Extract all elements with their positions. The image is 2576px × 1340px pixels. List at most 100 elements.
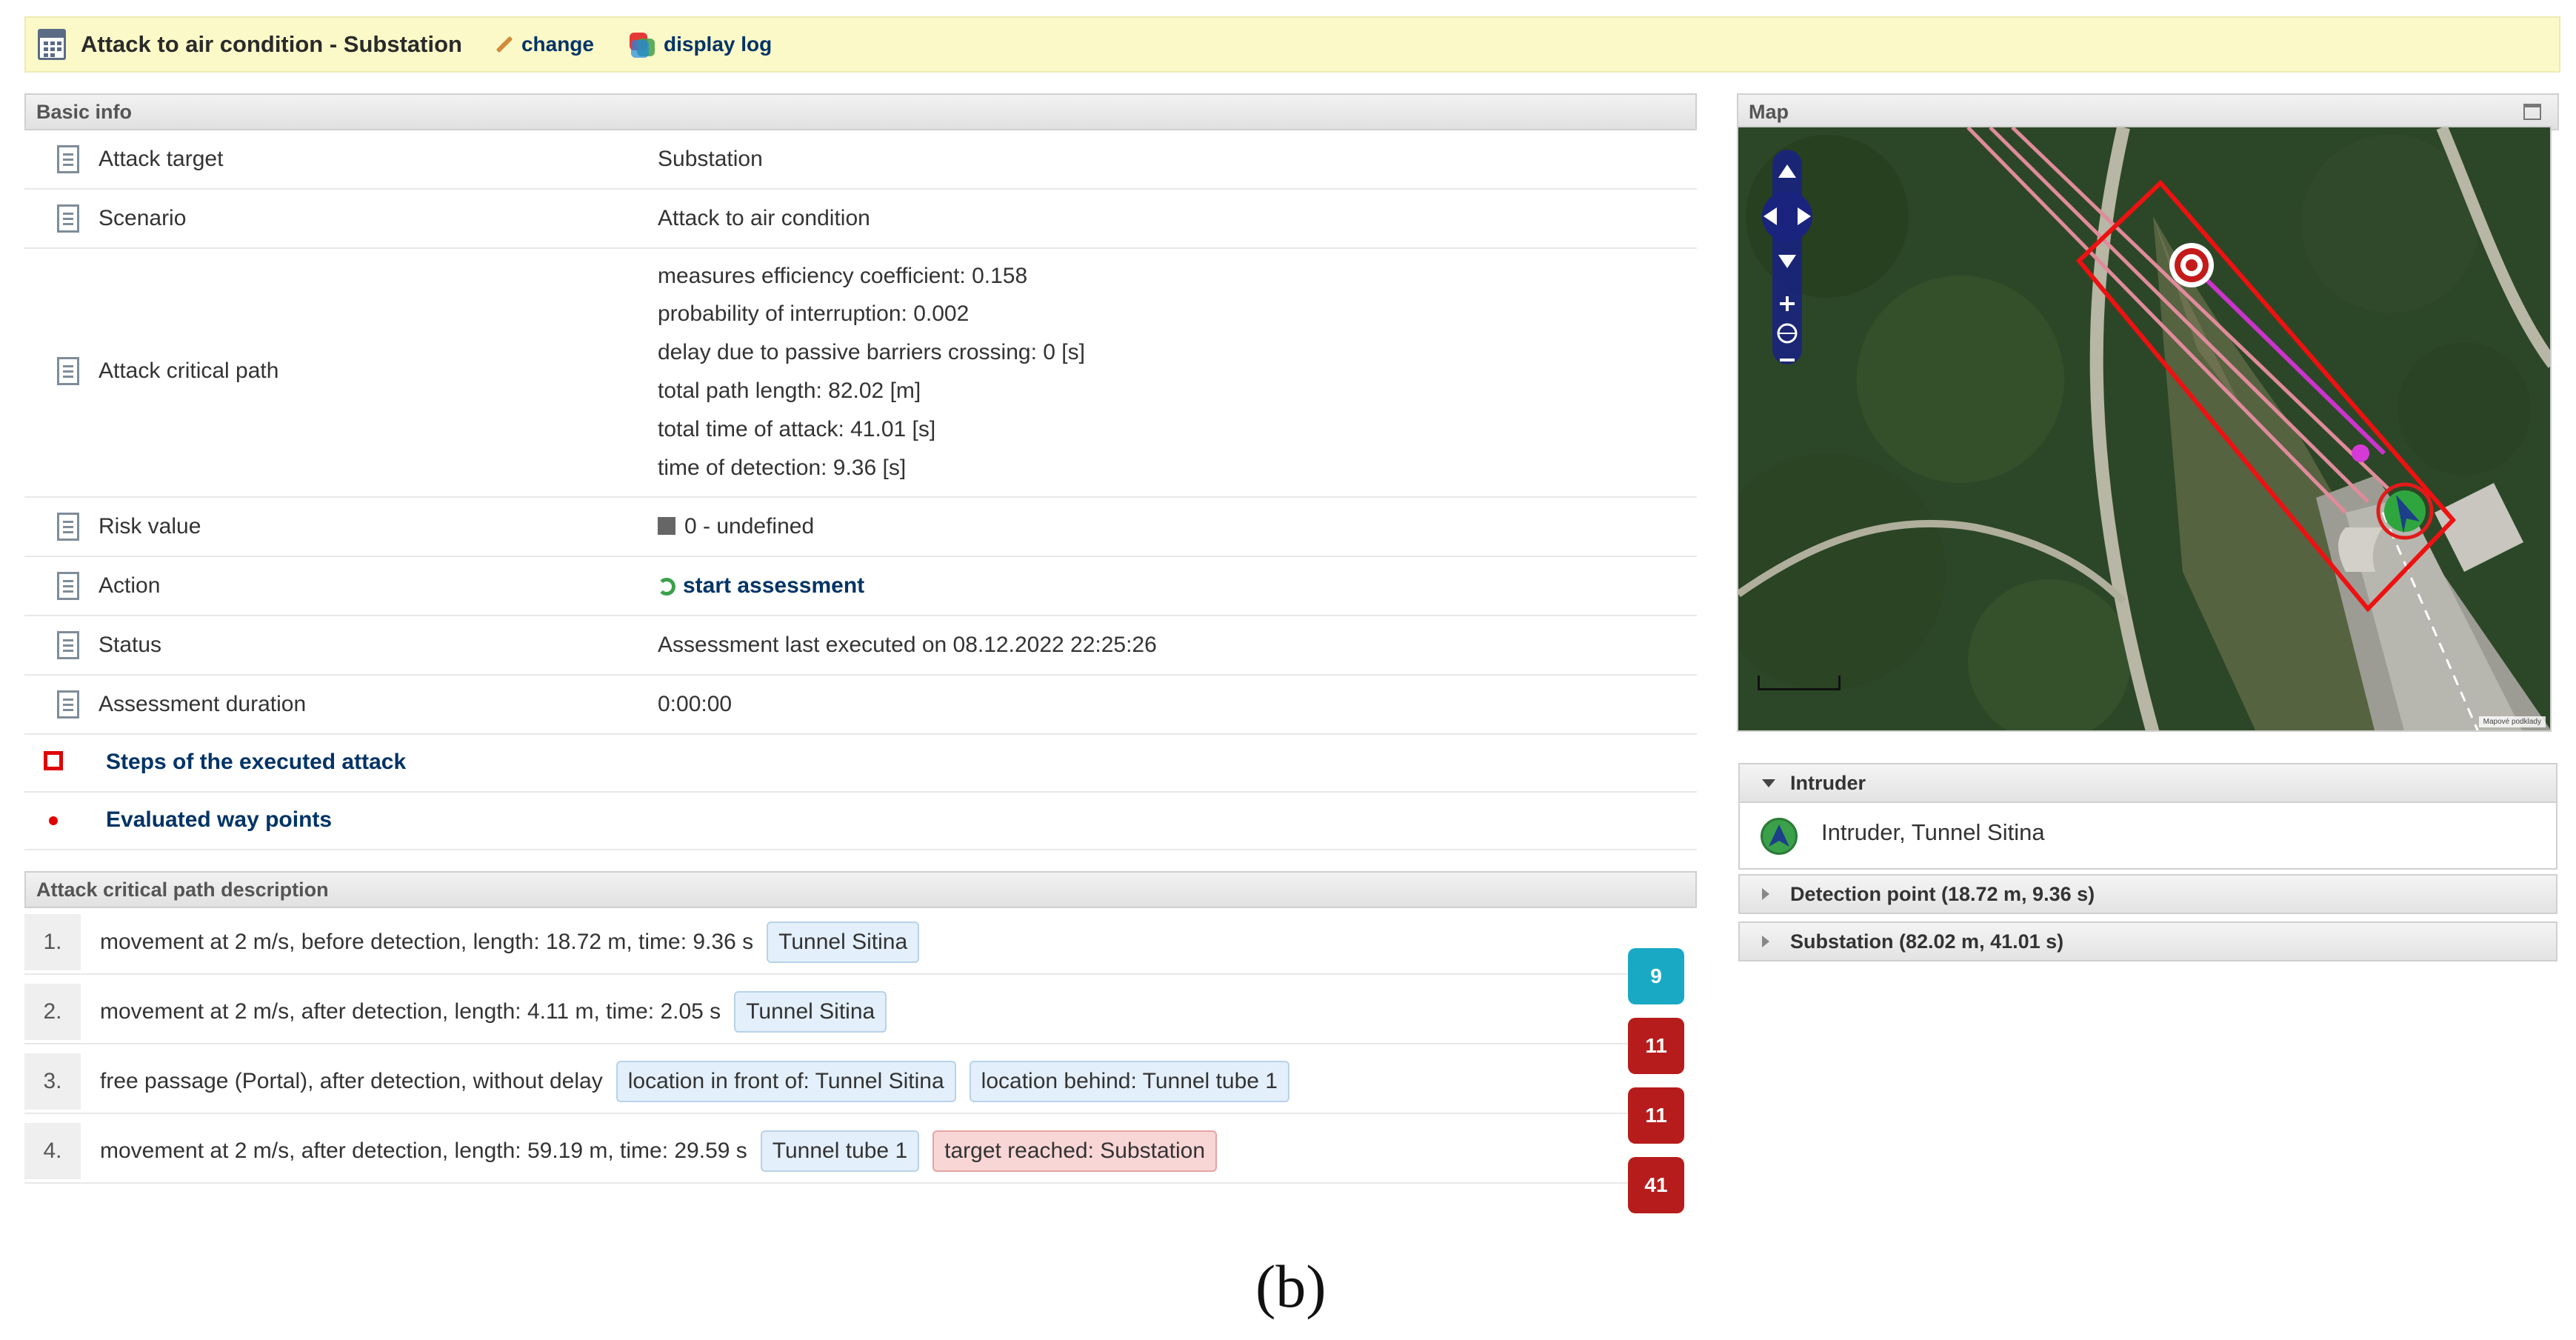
document-icon	[57, 631, 79, 659]
intruder-icon	[1761, 818, 1798, 855]
time-badge: 9	[1628, 948, 1684, 1004]
detection-point-title: Detection point (18.72 m, 9.36 s)	[1790, 882, 2095, 905]
chevron-right-icon	[1762, 888, 1769, 900]
refresh-icon	[658, 578, 675, 596]
list-item: 3. free passage (Portal), after detectio…	[24, 1049, 1654, 1114]
time-badge: 11	[1628, 1087, 1684, 1144]
location-tag[interactable]: location in front of: Tunnel Sitina	[615, 1061, 956, 1102]
maximize-icon[interactable]	[2523, 104, 2541, 120]
target-tag[interactable]: target reached: Substation	[932, 1130, 1218, 1172]
status-label: Status	[99, 633, 162, 657]
critical-path-line: time of detection: 9.36 [s]	[658, 456, 907, 480]
step-text: movement at 2 m/s, before detection, len…	[100, 930, 754, 954]
figure-caption: (b)	[1255, 1253, 1327, 1320]
change-link[interactable]: change	[495, 33, 594, 56]
step-description: movement at 2 m/s, after detection, leng…	[100, 979, 887, 1044]
status-value: Assessment last executed on 08.12.2022 2…	[658, 633, 1157, 657]
display-log-label: display log	[663, 33, 773, 56]
info-row-action: Action start assessment	[24, 557, 1697, 616]
evaluated-way-points-link[interactable]: Evaluated way points	[106, 807, 332, 833]
substation-accordion-header[interactable]: Substation (82.02 m, 41.01 s)	[1738, 921, 2557, 961]
page-header: Attack to air condition - Substation cha…	[24, 16, 2560, 73]
map-scale-bar	[1758, 676, 1841, 690]
step-text: free passage (Portal), after detection, …	[100, 1069, 603, 1093]
basic-info-header: Basic info	[24, 93, 1697, 130]
document-icon	[57, 145, 79, 173]
list-item: 4. movement at 2 m/s, after detection, l…	[24, 1119, 1654, 1184]
step-number: 1.	[24, 914, 81, 970]
steps-toggle-row[interactable]: Steps of the executed attack	[24, 735, 1697, 793]
red-dot-icon	[49, 816, 58, 825]
steps-of-executed-attack-link[interactable]: Steps of the executed attack	[106, 750, 406, 775]
critical-path-description-title: Attack critical path description	[36, 878, 329, 901]
attack-target-value: Substation	[658, 147, 763, 171]
intruder-accordion-body: Intruder, Tunnel Sitina	[1738, 803, 2557, 870]
start-assessment-label: start assessment	[683, 573, 865, 598]
step-number: 4.	[24, 1123, 81, 1179]
info-row-scenario: Scenario Attack to air condition	[24, 190, 1697, 249]
risk-value: 0 - undefined	[658, 514, 814, 539]
list-item: 1. movement at 2 m/s, before detection, …	[24, 910, 1654, 975]
attack-target-label: Attack target	[99, 147, 224, 171]
step-text: movement at 2 m/s, after detection, leng…	[100, 999, 721, 1024]
risk-value-text: 0 - undefined	[684, 514, 815, 539]
step-text: movement at 2 m/s, after detection, leng…	[100, 1139, 747, 1163]
log-icon	[628, 30, 658, 59]
substation-title: Substation (82.02 m, 41.01 s)	[1790, 930, 2064, 953]
assessment-duration-label: Assessment duration	[99, 692, 307, 716]
critical-path-line: delay due to passive barriers crossing: …	[658, 340, 1085, 364]
red-square-icon	[44, 751, 63, 770]
map-credit: Mapové podklady	[2478, 716, 2546, 727]
step-description: movement at 2 m/s, before detection, len…	[100, 910, 920, 975]
step-number: 3.	[24, 1053, 81, 1110]
map-controls-graphic	[1762, 150, 1812, 364]
pencil-icon	[495, 36, 513, 53]
critical-path-line: total path length: 82.02 [m]	[658, 379, 921, 403]
document-icon	[57, 513, 79, 541]
intruder-accordion-title: Intruder	[1790, 771, 1866, 794]
scenario-value: Attack to air condition	[658, 206, 870, 230]
location-tag[interactable]: location behind: Tunnel tube 1	[969, 1061, 1289, 1102]
step-description: free passage (Portal), after detection, …	[100, 1049, 1289, 1114]
map-header: Map	[1737, 93, 2559, 130]
info-row-assessment-duration: Assessment duration 0:00:00	[24, 676, 1697, 735]
document-icon	[57, 572, 79, 600]
list-item: 2. movement at 2 m/s, after detection, l…	[24, 979, 1654, 1044]
document-icon	[57, 690, 79, 719]
map-view[interactable]: Mapové podklady	[1737, 126, 2552, 732]
chevron-right-icon	[1762, 936, 1769, 947]
info-row-attack-critical-path: Attack critical path measures efficiency…	[24, 249, 1697, 498]
critical-path-line: probability of interruption: 0.002	[658, 301, 970, 326]
risk-square-icon	[658, 517, 675, 535]
satellite-map	[1738, 127, 2550, 730]
display-log-link[interactable]: display log	[628, 30, 772, 59]
location-tag[interactable]: Tunnel Sitina	[734, 991, 887, 1033]
document-icon	[57, 357, 79, 385]
risk-value-label: Risk value	[99, 514, 201, 539]
calendar-icon	[38, 29, 66, 60]
time-badge: 41	[1628, 1157, 1684, 1213]
start-assessment-link[interactable]: start assessment	[658, 573, 864, 599]
intruder-accordion-header[interactable]: Intruder	[1738, 763, 2557, 803]
location-tag[interactable]: Tunnel Sitina	[767, 921, 920, 963]
critical-path-description-header: Attack critical path description	[24, 871, 1697, 908]
basic-info-title: Basic info	[36, 100, 133, 123]
chevron-down-icon	[1762, 779, 1775, 787]
map-title: Map	[1749, 100, 1789, 123]
critical-path-line: total time of attack: 41.01 [s]	[658, 417, 936, 441]
waypoints-toggle-row[interactable]: Evaluated way points	[24, 793, 1697, 850]
intruder-item[interactable]: Intruder, Tunnel Sitina	[1821, 819, 2045, 846]
time-badge: 11	[1628, 1018, 1684, 1074]
step-description: movement at 2 m/s, after detection, leng…	[100, 1119, 1218, 1184]
change-label: change	[521, 33, 594, 56]
info-row-attack-target: Attack target Substation	[24, 130, 1697, 190]
assessment-duration-value: 0:00:00	[658, 692, 733, 716]
detection-point-accordion-header[interactable]: Detection point (18.72 m, 9.36 s)	[1738, 874, 2557, 914]
info-row-status: Status Assessment last executed on 08.12…	[24, 616, 1697, 676]
critical-path-line: measures efficiency coefficient: 0.158	[658, 264, 1028, 288]
location-tag[interactable]: Tunnel tube 1	[760, 1130, 920, 1172]
action-label: Action	[99, 573, 161, 598]
critical-path-label: Attack critical path	[99, 359, 279, 383]
document-icon	[57, 204, 79, 233]
info-row-risk-value: Risk value 0 - undefined	[24, 498, 1697, 557]
